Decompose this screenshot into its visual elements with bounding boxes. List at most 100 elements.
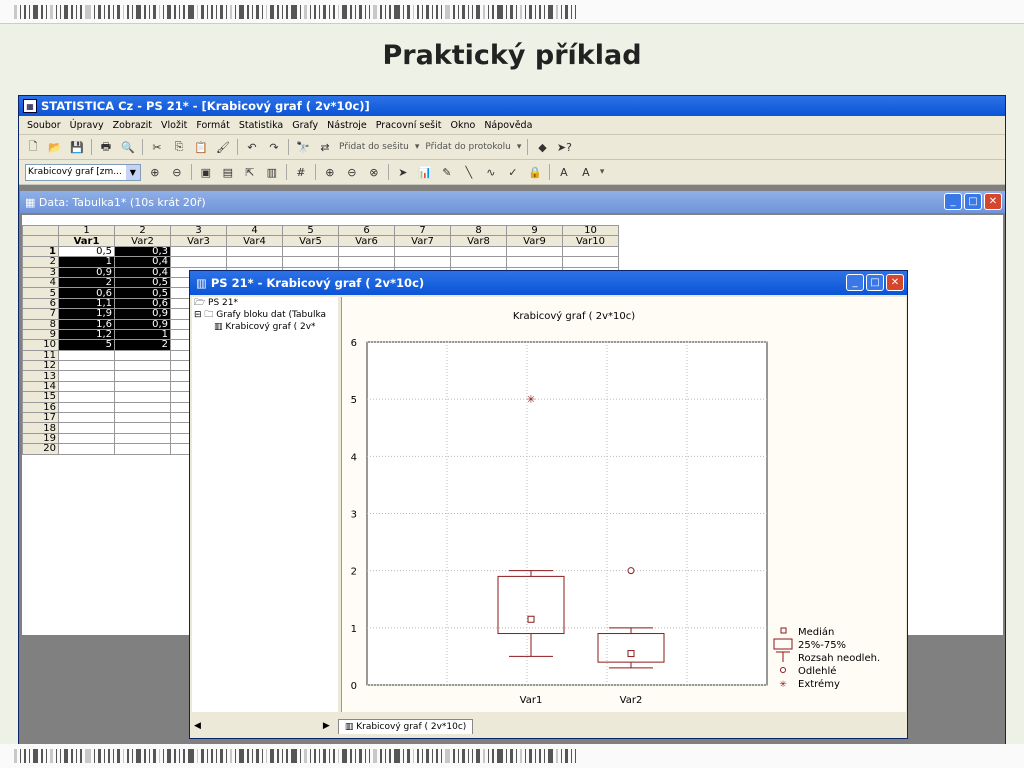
cell[interactable] [506, 245, 563, 258]
undo-icon[interactable]: ↶ [244, 139, 260, 155]
menu-item[interactable]: Nápověda [484, 120, 532, 131]
cell[interactable] [114, 443, 171, 455]
cell[interactable] [394, 256, 451, 268]
menu-item[interactable]: Statistika [239, 120, 283, 131]
row-header[interactable]: 10 [22, 339, 59, 351]
cell[interactable]: 0,4 [114, 256, 171, 268]
menu-item[interactable]: Pracovní sešit [376, 120, 442, 131]
cell[interactable] [338, 245, 395, 258]
zoom-icon[interactable]: ⊕ [147, 164, 163, 180]
cell[interactable] [114, 401, 171, 414]
cell[interactable] [562, 245, 619, 258]
row-header[interactable]: 15 [22, 391, 59, 403]
check-icon[interactable]: ✓ [505, 164, 521, 180]
row-header[interactable]: 17 [22, 412, 59, 424]
cell[interactable]: 1,9 [58, 308, 115, 320]
row-header[interactable]: 3 [22, 266, 59, 278]
zoom-in-icon[interactable]: ⊕ [322, 164, 338, 180]
column-header[interactable]: Var7 [394, 235, 451, 247]
cell[interactable] [170, 256, 227, 268]
save-icon[interactable]: 💾 [69, 139, 85, 155]
cell[interactable]: 5 [58, 339, 115, 351]
scroll-right-button[interactable]: ▶ [323, 721, 330, 731]
cell[interactable] [506, 256, 563, 268]
draw-line-icon[interactable]: ╲ [461, 164, 477, 180]
graph-data-icon[interactable]: ▤ [220, 164, 236, 180]
row-header[interactable]: 1 [22, 245, 59, 258]
font-icon[interactable]: A [578, 164, 594, 180]
cell[interactable]: 1 [114, 328, 171, 341]
cell[interactable] [58, 380, 115, 393]
edit-icon[interactable]: ✎ [439, 164, 455, 180]
column-header[interactable]: Var3 [170, 235, 227, 247]
column-number[interactable]: 7 [394, 224, 451, 237]
brush-icon[interactable]: ⊗ [366, 164, 382, 180]
row-header[interactable]: 9 [22, 328, 59, 341]
maximize-button[interactable]: □ [866, 274, 884, 291]
cell[interactable] [282, 245, 339, 258]
zoom-out-icon[interactable]: ⊖ [169, 164, 185, 180]
pointer-icon[interactable]: ➤ [395, 164, 411, 180]
minimize-button[interactable]: _ [846, 274, 864, 291]
cell[interactable]: 0,5 [114, 287, 171, 299]
new-file-icon[interactable]: 🗋 [25, 139, 41, 155]
print-preview-icon[interactable]: 🔍 [120, 139, 136, 155]
corner-cell[interactable] [22, 224, 59, 237]
column-number[interactable]: 2 [114, 224, 171, 237]
chevron-down-icon[interactable]: ▾ [415, 142, 420, 152]
row-header[interactable]: 16 [22, 401, 59, 414]
cell[interactable] [58, 360, 115, 372]
cell[interactable] [114, 422, 171, 434]
redo-icon[interactable]: ↷ [266, 139, 282, 155]
column-number[interactable]: 5 [282, 224, 339, 237]
cell[interactable]: 0,9 [114, 308, 171, 320]
row-header[interactable]: 18 [22, 422, 59, 434]
row-header[interactable]: 4 [22, 276, 59, 289]
chevron-down-icon[interactable]: ▼ [125, 164, 140, 180]
graph-layout-icon[interactable]: ▥ [264, 164, 280, 180]
cell[interactable] [450, 256, 507, 268]
row-header[interactable]: 8 [22, 318, 59, 330]
cell[interactable] [562, 256, 619, 268]
column-header[interactable]: Var6 [338, 235, 395, 247]
cell[interactable]: 0,3 [114, 245, 171, 258]
close-button[interactable]: ✕ [886, 274, 904, 291]
cell[interactable]: 2 [114, 339, 171, 351]
row-header[interactable]: 20 [22, 443, 59, 455]
tab-chart[interactable]: ▥ Krabicový graf ( 2v*10c) [337, 718, 474, 734]
cell[interactable] [170, 245, 227, 258]
column-header[interactable]: Var4 [226, 235, 283, 247]
cell[interactable] [394, 245, 451, 258]
draw-curve-icon[interactable]: ∿ [483, 164, 499, 180]
help-pointer-icon[interactable]: ➤? [556, 139, 572, 155]
cell[interactable] [58, 422, 115, 434]
row-header[interactable]: 19 [22, 432, 59, 445]
column-number[interactable]: 6 [338, 224, 395, 237]
cell[interactable] [114, 349, 171, 362]
column-number[interactable]: 1 [58, 224, 115, 237]
cell[interactable] [226, 256, 283, 268]
cell[interactable] [114, 391, 171, 403]
lock-icon[interactable]: 🔒 [527, 164, 543, 180]
cell[interactable] [58, 370, 115, 382]
menu-item[interactable]: Nástroje [327, 120, 367, 131]
cell[interactable]: 0,6 [114, 297, 171, 310]
row-header[interactable]: 14 [22, 380, 59, 393]
column-number[interactable]: 9 [506, 224, 563, 237]
cell[interactable]: 1,2 [58, 328, 115, 341]
menu-item[interactable]: Zobrazit [113, 120, 152, 131]
tree-item[interactable]: ▥ Krabicový graf ( 2v* [192, 321, 338, 333]
cell[interactable]: 0,9 [114, 318, 171, 330]
menu-item[interactable]: Soubor [27, 120, 61, 131]
chevron-down-icon[interactable]: ▾ [600, 167, 605, 177]
cell[interactable]: 0,5 [114, 276, 171, 289]
cell[interactable] [282, 256, 339, 268]
graph-options-icon[interactable]: ▣ [198, 164, 214, 180]
cell[interactable]: 0,5 [58, 245, 115, 258]
chart-icon[interactable]: 📊 [417, 164, 433, 180]
cut-icon[interactable]: ✂ [149, 139, 165, 155]
menu-item[interactable]: Vložit [161, 120, 187, 131]
copy-icon[interactable]: ⎘ [171, 139, 187, 155]
graph-selector-combo[interactable]: Krabicový graf [zm... ▼ [25, 163, 141, 181]
row-header[interactable]: 11 [22, 349, 59, 362]
